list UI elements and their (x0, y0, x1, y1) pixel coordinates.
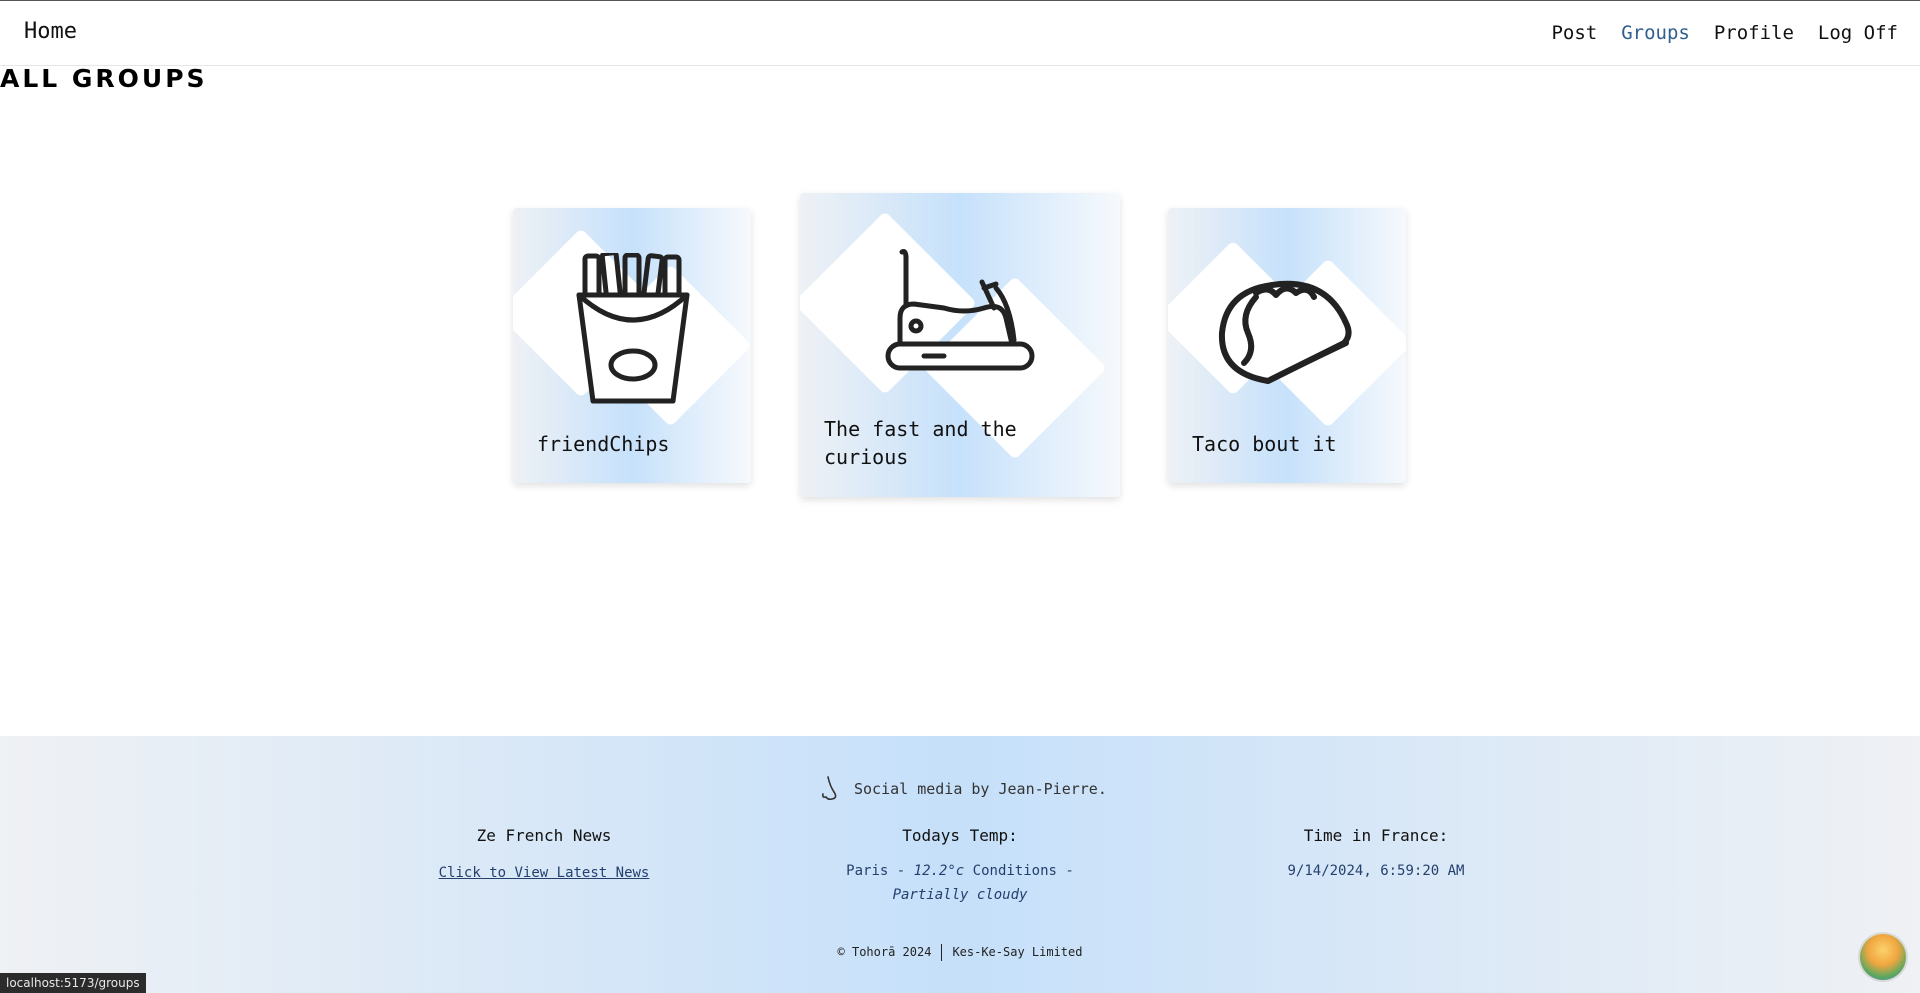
footer: Social media by Jean-Pierre. Ze French N… (0, 736, 1920, 993)
footer-time-heading: Time in France: (1303, 826, 1449, 845)
group-card-title: friendChips (537, 432, 670, 456)
nav-links: Post Groups Profile Log Off (1551, 22, 1898, 44)
page-title: ALL GROUPS (0, 64, 208, 93)
nav-logoff-link[interactable]: Log Off (1818, 22, 1898, 44)
group-card-title: Taco bout it (1192, 432, 1337, 456)
navbar: Home Post Groups Profile Log Off (0, 1, 1920, 66)
nav-post-link[interactable]: Post (1551, 22, 1597, 44)
divider (941, 944, 943, 961)
footer-copyright: © Tohorā 2024 Kes-Ke-Say Limited (837, 944, 1083, 961)
footer-tagline-text: Social media by Jean-Pierre. (854, 780, 1107, 798)
footer-temp-column: Todays Temp: Paris - 12.2°c Conditions -… (810, 826, 1110, 907)
home-link[interactable]: Home (24, 19, 77, 44)
assistant-avatar-button[interactable] (1860, 934, 1906, 980)
group-card-friendchips[interactable]: friendChips (513, 208, 751, 483)
bumper-car-icon (885, 249, 1035, 371)
nav-groups-link[interactable]: Groups (1621, 22, 1690, 44)
latest-news-link[interactable]: Click to View Latest News (404, 865, 684, 881)
group-card-title: The fast and the curious (824, 417, 1017, 469)
nav-profile-link[interactable]: Profile (1714, 22, 1794, 44)
footer-tagline: Social media by Jean-Pierre. (820, 776, 1107, 802)
footer-news-column: Ze French News Click to View Latest News (404, 826, 684, 881)
group-card-taco-bout-it[interactable]: Taco bout it (1168, 208, 1406, 483)
nose-icon (822, 776, 837, 801)
group-card-fast-and-curious[interactable]: The fast and the curious (800, 193, 1120, 497)
footer-time-column: Time in France: 9/14/2024, 6:59:20 AM (1226, 826, 1526, 883)
french-fries-icon (576, 253, 690, 404)
footer-time-value: 9/14/2024, 6:59:20 AM (1287, 863, 1465, 879)
footer-temp-heading: Todays Temp: (902, 826, 1018, 845)
browser-status-url: localhost:5173/groups (0, 973, 146, 993)
taco-icon (1218, 280, 1352, 384)
footer-temp-value: Paris - 12.2°c Conditions - Partially cl… (846, 863, 1074, 903)
footer-news-heading: Ze French News (476, 826, 612, 845)
